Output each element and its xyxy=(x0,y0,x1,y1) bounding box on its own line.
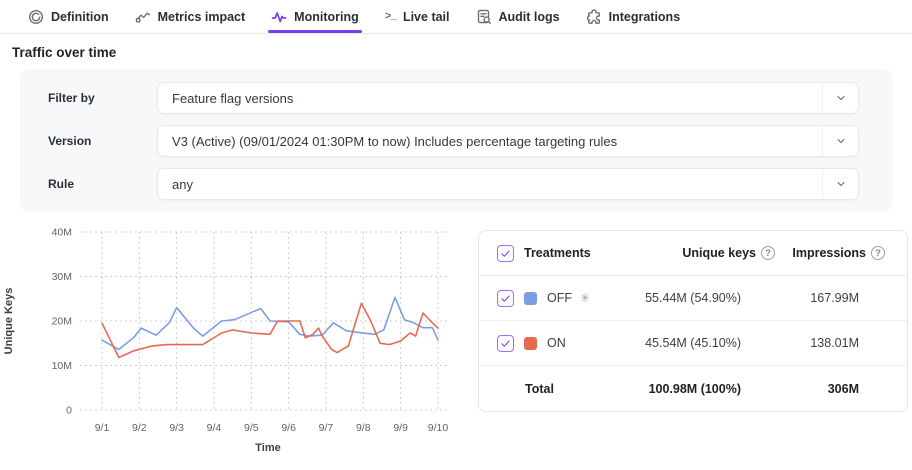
page-title: Traffic over time xyxy=(12,45,912,60)
on-unique-keys: 45.54M (45.10%) xyxy=(645,336,741,350)
svg-text:9/7: 9/7 xyxy=(319,422,334,434)
svg-text:Time: Time xyxy=(255,442,280,454)
svg-text:9/3: 9/3 xyxy=(169,422,184,434)
chevron-down-icon xyxy=(822,126,858,156)
svg-text:0: 0 xyxy=(66,405,72,417)
tab-integrations[interactable]: Integrations xyxy=(586,0,681,33)
traffic-chart: 0 10M 20M 30M 40M 9/1 9/2 9/3 9/4 9/5 9/6 9/7 9/8 9/9… xyxy=(0,218,470,462)
help-icon[interactable]: ? xyxy=(871,246,885,260)
svg-text:20M: 20M xyxy=(52,316,72,328)
off-treatment-label: OFF xyxy=(547,291,572,305)
live-tail-icon: >_ xyxy=(385,11,396,23)
metrics-impact-icon xyxy=(135,9,151,25)
treatments-header: Treatments xyxy=(524,246,591,260)
svg-text:9/8: 9/8 xyxy=(356,422,371,434)
table-row-total: Total 100.98M (100%) 306M xyxy=(479,366,907,411)
svg-text:9/10: 9/10 xyxy=(428,422,449,434)
table-row-on: ON 45.54M (45.10%) 138.01M xyxy=(479,321,907,366)
off-swatch xyxy=(524,292,537,305)
on-checkbox[interactable] xyxy=(497,335,514,352)
svg-text:30M: 30M xyxy=(52,271,72,283)
tab-label: Integrations xyxy=(609,10,681,24)
tab-label: Metrics impact xyxy=(158,10,246,24)
svg-text:40M: 40M xyxy=(52,227,72,239)
treatments-table: Treatments Unique keys ? Impressions ? xyxy=(478,230,908,412)
off-checkbox[interactable] xyxy=(497,290,514,307)
on-impressions: 138.01M xyxy=(810,336,859,350)
definition-icon xyxy=(28,9,44,25)
svg-text:9/6: 9/6 xyxy=(281,422,296,434)
svg-text:9/2: 9/2 xyxy=(132,422,147,434)
rule-select[interactable]: any xyxy=(157,168,859,200)
tab-audit-logs[interactable]: Audit logs xyxy=(476,0,560,33)
filter-row-filter-by: Filter by Feature flag versions xyxy=(48,82,859,114)
off-unique-keys: 55.44M (54.90%) xyxy=(645,291,741,305)
help-icon[interactable]: ? xyxy=(761,246,775,260)
tab-label: Audit logs xyxy=(499,10,560,24)
svg-text:9/9: 9/9 xyxy=(393,422,408,434)
table-row-off: OFF ✳ 55.44M (54.90%) 167.99M xyxy=(479,276,907,321)
version-select[interactable]: V3 (Active) (09/01/2024 01:30PM to now) … xyxy=(157,125,859,157)
tab-live-tail[interactable]: >_ Live tail xyxy=(385,0,450,33)
version-value: V3 (Active) (09/01/2024 01:30PM to now) … xyxy=(172,134,822,149)
monitoring-icon xyxy=(271,9,287,25)
monitoring-page: Definition Metrics impact Monitoring >_ … xyxy=(0,0,912,470)
rule-label: Rule xyxy=(48,177,157,191)
svg-text:Unique Keys: Unique Keys xyxy=(3,288,15,355)
off-impressions: 167.99M xyxy=(810,291,859,305)
tab-monitoring[interactable]: Monitoring xyxy=(271,0,359,33)
on-treatment-label: ON xyxy=(547,336,566,350)
impressions-header: Impressions xyxy=(792,246,866,260)
tab-label: Live tail xyxy=(403,10,450,24)
total-impressions: 306M xyxy=(828,382,859,396)
version-label: Version xyxy=(48,134,157,148)
tab-metrics-impact[interactable]: Metrics impact xyxy=(135,0,246,33)
filter-by-label: Filter by xyxy=(48,91,157,105)
table-header-row: Treatments Unique keys ? Impressions ? xyxy=(479,231,907,276)
chevron-down-icon xyxy=(822,83,858,113)
total-label: Total xyxy=(525,382,554,396)
unique-keys-header: Unique keys xyxy=(682,246,756,260)
traffic-section: 0 10M 20M 30M 40M 9/1 9/2 9/3 9/4 9/5 9/6 9/7 9/8 9/9… xyxy=(0,218,912,468)
on-swatch xyxy=(524,337,537,350)
filter-by-value: Feature flag versions xyxy=(172,91,822,106)
filter-panel: Filter by Feature flag versions Version … xyxy=(20,69,893,212)
default-treatment-icon: ✳ xyxy=(580,291,590,305)
integrations-icon xyxy=(586,9,602,25)
svg-text:9/4: 9/4 xyxy=(207,422,222,434)
svg-text:9/5: 9/5 xyxy=(244,422,259,434)
tab-label: Monitoring xyxy=(294,10,359,24)
select-all-checkbox[interactable] xyxy=(497,245,514,262)
audit-logs-icon xyxy=(476,9,492,25)
chevron-down-icon xyxy=(822,169,858,199)
total-unique-keys: 100.98M (100%) xyxy=(649,382,741,396)
tab-bar: Definition Metrics impact Monitoring >_ … xyxy=(0,0,912,34)
tab-definition[interactable]: Definition xyxy=(28,0,109,33)
svg-text:9/1: 9/1 xyxy=(95,422,110,434)
svg-text:10M: 10M xyxy=(52,360,72,372)
tab-label: Definition xyxy=(51,10,109,24)
filter-by-select[interactable]: Feature flag versions xyxy=(157,82,859,114)
filter-row-rule: Rule any xyxy=(48,168,859,200)
filter-row-version: Version V3 (Active) (09/01/2024 01:30PM … xyxy=(48,125,859,157)
rule-value: any xyxy=(172,177,822,192)
